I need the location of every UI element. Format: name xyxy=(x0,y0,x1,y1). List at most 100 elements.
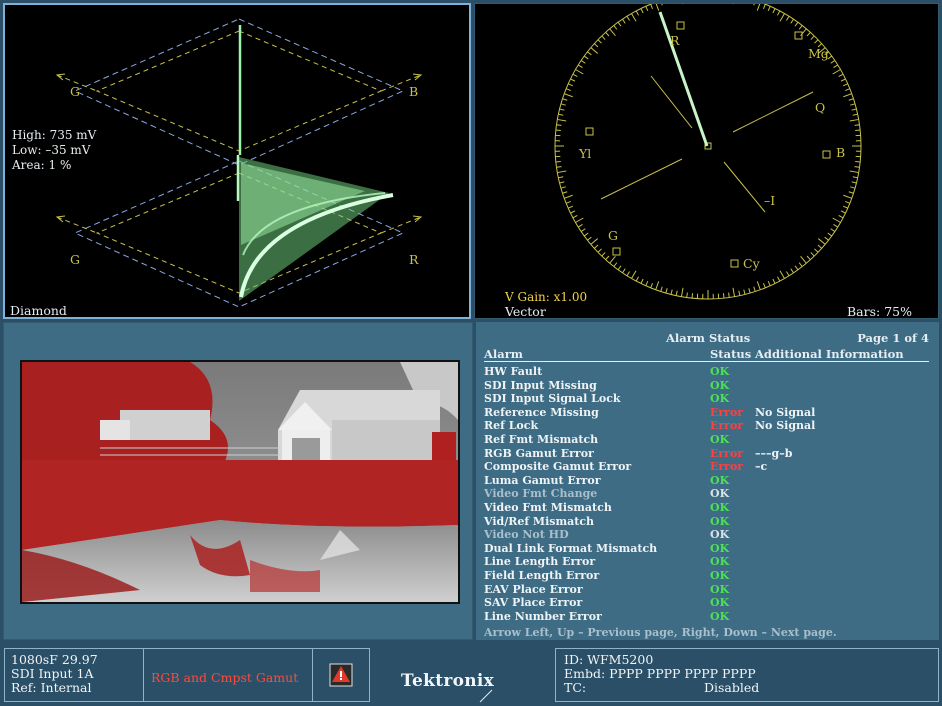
alarm-additional-info: No Signal xyxy=(755,419,816,433)
alarm-status-value: OK xyxy=(710,487,730,501)
alarm-name: Dual Link Format Mismatch xyxy=(484,541,658,555)
target-r xyxy=(676,21,685,30)
alarm-row: Composite Gamut Error Error –c xyxy=(484,460,931,474)
alarm-name: EAV Place Error xyxy=(484,582,583,596)
instrument-id: ID: WFM5200 xyxy=(564,652,654,667)
q-axis-upper xyxy=(732,91,814,133)
alarm-status-value: OK xyxy=(710,378,730,392)
diamond-label-b-top: B xyxy=(409,84,418,99)
q-axis-lower xyxy=(600,158,683,200)
vector-label-cy: Cy xyxy=(743,256,761,271)
diamond-label-g-top: G xyxy=(70,84,80,99)
alarm-name: Video Not HD xyxy=(484,528,569,542)
alarm-status-title: Alarm Status xyxy=(666,331,751,345)
alarm-status-value: OK xyxy=(710,528,730,542)
gamut-alarm-box[interactable]: RGB and Cmpst Gamut xyxy=(143,648,313,702)
alarm-row: Video Fmt Change OK xyxy=(484,487,931,501)
vector-label-r: R xyxy=(670,33,680,48)
alarm-row: HW Fault OK xyxy=(484,365,931,379)
alarm-page-indicator: Page 1 of 4 xyxy=(857,331,929,345)
alarm-status-value: Error xyxy=(710,460,744,474)
alarm-row: Ref Lock Error No Signal xyxy=(484,419,931,433)
alarm-status-value: OK xyxy=(710,609,730,623)
ref-readout: Ref: Internal xyxy=(11,680,92,695)
diamond-panel-label: Diamond xyxy=(10,303,67,318)
vector-label-mg: Mg xyxy=(808,46,829,61)
alarm-row: Reference Missing Error No Signal xyxy=(484,406,931,420)
status-bar: 1080sF 29.97 SDI Input 1A Ref: Internal … xyxy=(0,642,942,706)
alarm-status-value: OK xyxy=(710,568,730,582)
gamut-alarm-text: RGB and Cmpst Gamut xyxy=(151,670,299,685)
alarm-status-value: Error xyxy=(710,405,744,419)
alarm-name: Luma Gamut Error xyxy=(484,473,601,487)
alarm-additional-info: No Signal xyxy=(755,405,816,419)
alarm-list: HW Fault OK SDI Input Missing OK SDI Input S… xyxy=(484,365,931,623)
alarm-row: Vid/Ref Mismatch OK xyxy=(484,515,931,529)
info-column-header: Additional Information xyxy=(755,347,904,361)
alarm-status-panel[interactable]: Alarm Status Page 1 of 4 Alarm Status Ad… xyxy=(476,322,939,640)
alarm-additional-info: –c xyxy=(755,460,768,474)
diamond-high-readout: High: 735 mV xyxy=(12,128,97,142)
alarm-name: Vid/Ref Mismatch xyxy=(484,514,595,528)
alarm-status-value: OK xyxy=(710,514,730,528)
alarm-icon-box[interactable] xyxy=(312,648,370,702)
diamond-trace xyxy=(236,25,394,301)
format-readout: 1080sF 29.97 xyxy=(11,652,98,667)
alarm-name: RGB Gamut Error xyxy=(484,446,594,460)
alarm-row: Video Not HD OK xyxy=(484,528,931,542)
signal-info-box: 1080sF 29.97 SDI Input 1A Ref: Internal xyxy=(4,648,144,702)
picture-thumbnail xyxy=(20,360,460,604)
diamond-area-readout: Area: 1 % xyxy=(12,158,72,172)
alarm-name: Video Fmt Change xyxy=(484,487,598,501)
bars-readout: Bars: 75% xyxy=(847,304,912,319)
navigation-hint: Arrow Left, Up – Previous page, Right, D… xyxy=(484,626,837,639)
vector-display[interactable]: R Mg Q B Yl –I G Cy V Gain: x1.00 Vector… xyxy=(474,3,939,319)
alarm-row: Video Fmt Mismatch OK xyxy=(484,501,931,515)
alarm-name: Composite Gamut Error xyxy=(484,460,632,474)
vector-label-b: B xyxy=(836,145,845,160)
alarm-name: SAV Place Error xyxy=(484,596,583,610)
alarm-name: Line Length Error xyxy=(484,555,596,569)
alarm-status-value: OK xyxy=(710,555,730,569)
alarm-status-value: Error xyxy=(710,446,744,460)
input-readout: SDI Input 1A xyxy=(11,666,94,681)
alarm-name: Video Fmt Mismatch xyxy=(484,500,612,514)
alarm-row: SDI Input Signal Lock OK xyxy=(484,392,931,406)
target-b xyxy=(822,150,831,159)
alarm-status-value: OK xyxy=(710,596,730,610)
alarm-row: Ref Fmt Mismatch OK xyxy=(484,433,931,447)
alarm-row: RGB Gamut Error Error –––g–b xyxy=(484,447,931,461)
alarm-name: HW Fault xyxy=(484,365,543,378)
alarm-name: Reference Missing xyxy=(484,405,599,419)
alarm-status-value: OK xyxy=(710,541,730,555)
vector-graticule: R Mg Q B Yl –I G Cy xyxy=(554,4,862,300)
alarm-row: Luma Gamut Error OK xyxy=(484,474,931,488)
alarm-row: EAV Place Error OK xyxy=(484,583,931,597)
alarm-row: Field Length Error OK xyxy=(484,569,931,583)
alarm-name: Ref Fmt Mismatch xyxy=(484,432,599,446)
alarm-name: Field Length Error xyxy=(484,568,600,582)
alarm-additional-info: –––g–b xyxy=(755,446,793,460)
header-divider xyxy=(484,361,929,362)
vector-label-q: Q xyxy=(815,100,825,115)
diamond-label-g-bottom: G xyxy=(70,252,80,267)
alarm-row: Dual Link Format Mismatch OK xyxy=(484,542,931,556)
vector-label-yl: Yl xyxy=(578,146,591,161)
vector-label-i: –I xyxy=(764,193,775,208)
vector-panel-label: Vector xyxy=(505,304,546,319)
alarm-name: Ref Lock xyxy=(484,419,539,433)
timecode-label: TC: xyxy=(564,680,587,695)
diamond-display[interactable]: G B G R High: 735 mV Low: –35 mV Area: 1… xyxy=(3,3,471,319)
alarm-status-value: OK xyxy=(710,582,730,596)
alarm-row: SAV Place Error OK xyxy=(484,596,931,610)
alarm-status-value: OK xyxy=(710,473,730,487)
vector-label-g: G xyxy=(608,228,618,243)
vector-gain-readout: V Gain: x1.00 xyxy=(505,290,588,304)
alarm-status-value: OK xyxy=(710,365,730,378)
picture-display[interactable] xyxy=(3,322,473,640)
diamond-label-r-bottom: R xyxy=(409,252,419,267)
logo-slash-icon xyxy=(479,689,493,703)
status-column-header: Status xyxy=(710,347,752,361)
timecode-value: Disabled xyxy=(704,680,760,695)
alarm-name: SDI Input Signal Lock xyxy=(484,392,621,406)
